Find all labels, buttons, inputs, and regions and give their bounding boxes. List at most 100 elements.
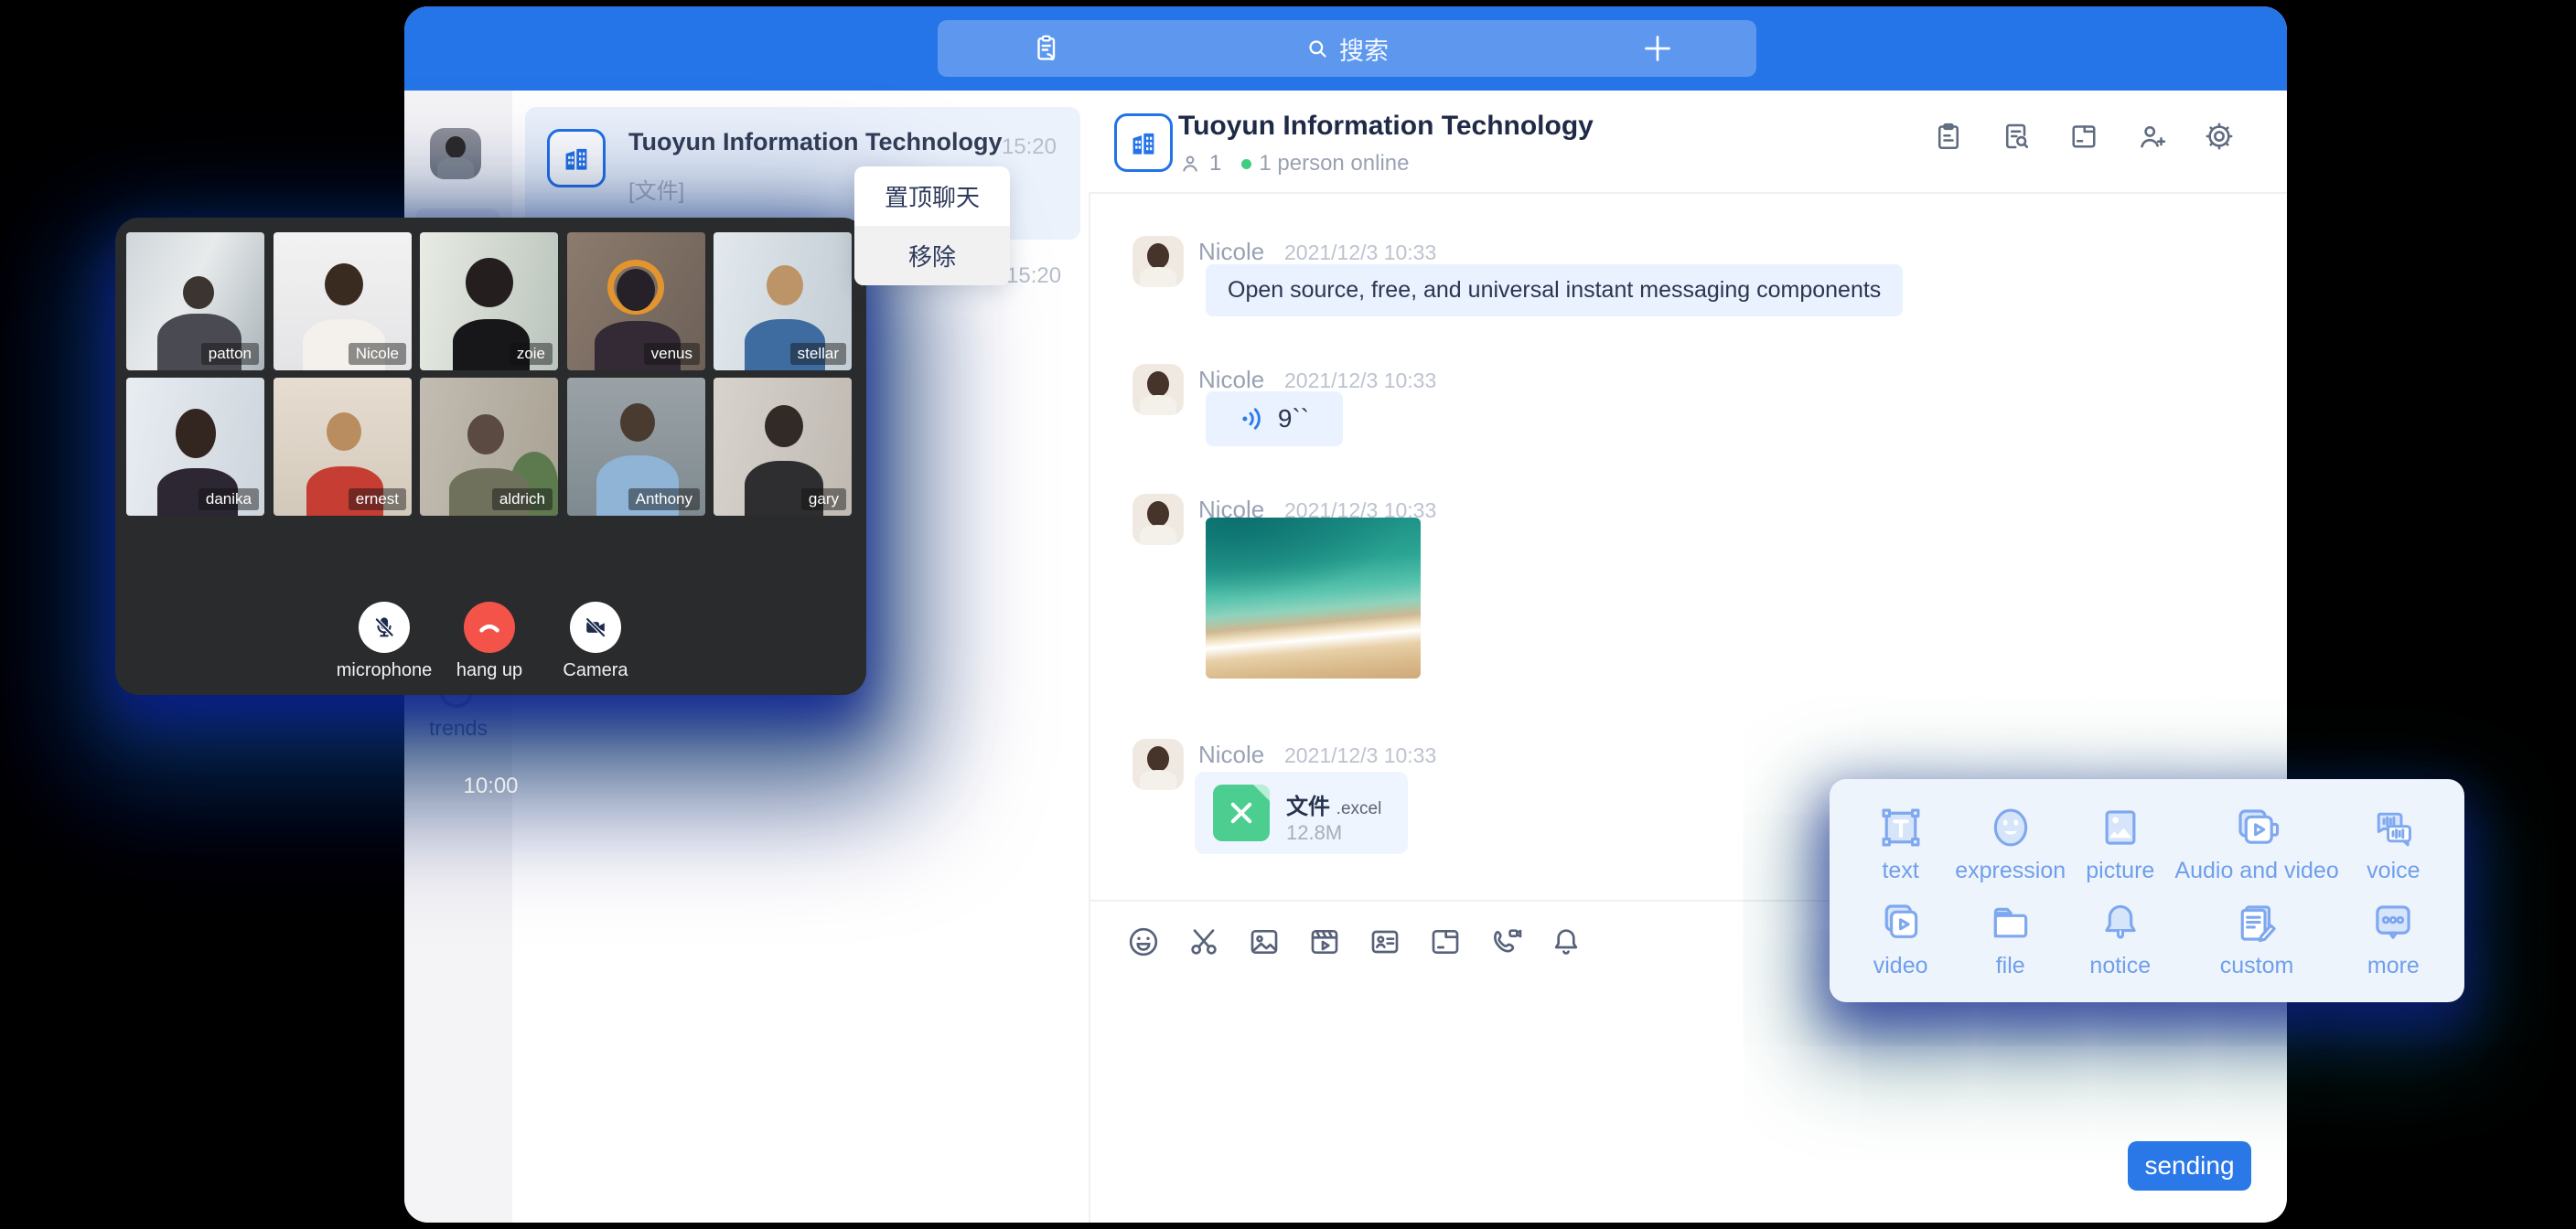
file-message-card[interactable]: 文件 .excel 12.8M — [1195, 772, 1408, 854]
video-tile[interactable]: Anthony — [567, 378, 705, 516]
notification-button[interactable] — [1548, 924, 1584, 960]
popup-item-voice[interactable]: voice — [2339, 796, 2448, 891]
chat-item-name: Tuoyun Information Technology — [628, 128, 1002, 156]
file-name: 文件 .excel — [1286, 788, 1381, 820]
conversation-title: Tuoyun Information Technology — [1178, 111, 1594, 142]
org-avatar-box — [1114, 113, 1173, 172]
popup-item-label: voice — [2367, 858, 2420, 884]
send-button[interactable]: sending — [2128, 1141, 2251, 1191]
plus-icon — [1639, 30, 1676, 67]
video-tile[interactable]: patton — [126, 232, 264, 370]
text-message-bubble[interactable]: Open source, free, and universal instant… — [1206, 264, 1903, 316]
popup-item-label: custom — [2220, 953, 2294, 979]
popup-item-label: Audio and video — [2174, 858, 2338, 884]
chat-item2-time: 15:20 — [1006, 263, 1061, 289]
participant-name: ernest — [349, 488, 406, 510]
call-button[interactable] — [1487, 924, 1524, 960]
gear-icon — [2203, 120, 2236, 153]
popup-item-picture[interactable]: picture — [2066, 796, 2174, 891]
online-dot — [1241, 159, 1251, 169]
emoji-button[interactable] — [1125, 924, 1162, 960]
search-bar[interactable]: 搜索 — [938, 20, 1756, 77]
call-timer: 10:00 — [115, 774, 866, 799]
popup-item-audio-video[interactable]: Audio and video — [2174, 796, 2338, 891]
video-tile[interactable]: aldrich — [420, 378, 558, 516]
message-avatar[interactable] — [1132, 739, 1184, 790]
popup-item-label: more — [2367, 953, 2420, 979]
add-button[interactable] — [1639, 30, 1676, 67]
search-area[interactable]: 搜索 — [938, 20, 1756, 77]
popup-item-notice[interactable]: notice — [2066, 891, 2174, 986]
self-avatar[interactable] — [430, 128, 481, 179]
popup-item-label: text — [1882, 858, 1918, 884]
text-icon — [1876, 803, 1926, 852]
video-tile[interactable]: stellar — [714, 232, 852, 370]
sidebar-item-trends[interactable]: trends — [404, 716, 512, 741]
chat-item-preview: [文件] — [628, 173, 684, 205]
participant-name: stellar — [790, 343, 846, 365]
group-files-button[interactable] — [2067, 120, 2100, 153]
popup-item-file[interactable]: file — [1955, 891, 2066, 986]
menu-item-pin-chat[interactable]: 置顶聊天 — [854, 166, 1010, 226]
title-bar: 搜索 — [404, 6, 2287, 91]
doc-search-icon — [2000, 120, 2033, 153]
camera-muted-icon — [583, 614, 608, 640]
hang-up-icon — [476, 614, 503, 641]
hang-up-button[interactable] — [464, 602, 515, 653]
settings-button[interactable] — [2203, 120, 2236, 153]
image-message-beach[interactable] — [1206, 518, 1421, 679]
conversation-header: Tuoyun Information Technology 1 1 person… — [1089, 91, 2287, 194]
microphone-toggle-button[interactable] — [359, 602, 410, 653]
menu-item-remove[interactable]: 移除 — [854, 226, 1010, 285]
phone-video-icon — [1487, 924, 1524, 960]
message-sender: Nicole — [1198, 238, 1264, 266]
video-tile[interactable]: Nicole — [274, 232, 412, 370]
members-icon — [1178, 152, 1202, 176]
video-tile[interactable]: gary — [714, 378, 852, 516]
video-tile[interactable]: danika — [126, 378, 264, 516]
message-avatar[interactable] — [1132, 236, 1184, 287]
call-log-button[interactable] — [1932, 120, 1965, 153]
building-icon — [559, 141, 594, 176]
message-timestamp: 2021/12/3 10:33 — [1284, 240, 1436, 265]
popup-item-label: video — [1873, 953, 1928, 979]
voice-wave-icon — [1240, 404, 1269, 433]
voice-message-bubble[interactable]: 9`` — [1206, 391, 1343, 446]
participant-name: venus — [644, 343, 700, 365]
id-card-icon — [1367, 924, 1403, 960]
message-sender: Nicole — [1198, 366, 1264, 394]
contact-card-button[interactable] — [1367, 924, 1403, 960]
camera-toggle-button[interactable] — [570, 602, 621, 653]
video-clip-button[interactable] — [1306, 924, 1343, 960]
avatar-silhouette-body — [437, 157, 474, 179]
picture-icon — [1246, 924, 1283, 960]
mic-muted-icon — [371, 614, 397, 640]
building-icon — [1126, 125, 1161, 160]
popup-item-text[interactable]: text — [1846, 796, 1955, 891]
folder-icon — [1986, 898, 2035, 947]
participant-name: aldrich — [492, 488, 553, 510]
popup-item-more[interactable]: more — [2339, 891, 2448, 986]
message-avatar[interactable] — [1132, 364, 1184, 415]
conversation-subtitle: 1 1 person online — [1178, 151, 1409, 176]
screenshot-button[interactable] — [1186, 924, 1222, 960]
message-timestamp: 2021/12/3 10:33 — [1284, 369, 1436, 393]
participant-name: gary — [801, 488, 846, 510]
camera-label: Camera — [522, 660, 669, 681]
message-avatar[interactable] — [1132, 494, 1184, 545]
chat-history-button[interactable] — [2000, 120, 2033, 153]
video-tile[interactable]: zoie — [420, 232, 558, 370]
add-member-button[interactable] — [2135, 120, 2168, 153]
popup-item-video[interactable]: video — [1846, 891, 1955, 986]
picture-button[interactable] — [1246, 924, 1283, 960]
popup-item-label: file — [1996, 953, 2025, 979]
video-tile[interactable]: venus — [567, 232, 705, 370]
popup-item-custom[interactable]: custom — [2174, 891, 2338, 986]
participant-name: danika — [199, 488, 259, 510]
file-button[interactable] — [1427, 924, 1464, 960]
participant-name: zoie — [510, 343, 553, 365]
video-tile[interactable]: ernest — [274, 378, 412, 516]
search-placeholder: 搜索 — [1339, 31, 1389, 67]
popup-item-expression[interactable]: expression — [1955, 796, 2066, 891]
custom-doc-icon — [2232, 898, 2281, 947]
